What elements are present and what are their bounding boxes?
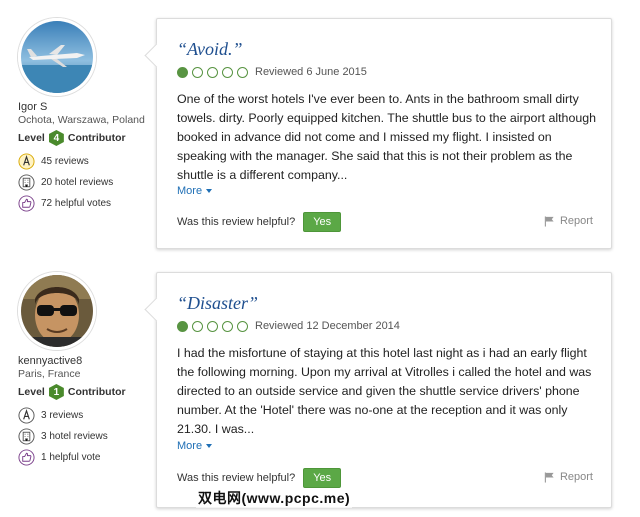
rating-bubble-empty [207, 66, 218, 78]
more-link[interactable]: More [177, 185, 213, 197]
rating-bubble-filled [177, 320, 188, 332]
caret-down-icon [206, 189, 213, 193]
rating-bubble-empty [207, 320, 218, 332]
avatar-image-person-sunglasses [21, 275, 93, 347]
hotel-icon [18, 428, 35, 445]
stat-helpful-votes[interactable]: 72 helpful votes [18, 195, 158, 212]
rating-bubble-empty [222, 320, 233, 332]
review-title[interactable]: “Disaster” [177, 293, 258, 314]
review-card: “Disaster” Reviewed 12 December 2014 I h… [156, 272, 612, 508]
contributor-level: Level 4 Contributor [18, 130, 158, 146]
stat-hotel-reviews[interactable]: 20 hotel reviews [18, 174, 158, 191]
stat-reviews-text: 3 reviews [41, 410, 84, 421]
review-date: Reviewed 6 June 2015 [255, 66, 367, 78]
helpful-question: Was this review helpful? [177, 472, 296, 484]
stat-hotel-reviews-text: 3 hotel reviews [41, 431, 108, 442]
stat-reviews[interactable]: 3 reviews [18, 407, 158, 424]
stat-hotel-reviews-text: 20 hotel reviews [41, 177, 114, 188]
rating-bubble-empty [237, 320, 248, 332]
level-label: Level [18, 132, 45, 144]
pen-badge-icon [18, 407, 35, 424]
review-card: “Avoid.” Reviewed 6 June 2015 One of the… [156, 18, 612, 249]
helpful-question: Was this review helpful? [177, 216, 296, 228]
report-label: Report [559, 471, 593, 483]
rating-bubble-empty [192, 320, 203, 332]
reviewer-location: Paris, France [18, 368, 81, 380]
caret-down-icon [206, 444, 213, 448]
contributor-level: Level 1 Contributor [18, 384, 158, 400]
helpful-row: Was this review helpful? Yes [177, 212, 342, 232]
stat-helpful-votes-text: 72 helpful votes [41, 198, 112, 209]
stat-reviews[interactable]: 45 reviews [18, 153, 158, 170]
more-label: More [177, 440, 203, 452]
yes-button[interactable]: Yes [303, 468, 342, 488]
reviewer-location: Ochota, Warszawa, Poland [18, 114, 145, 126]
pen-badge-icon [18, 153, 35, 170]
more-link[interactable]: More [177, 440, 213, 452]
yes-button[interactable]: Yes [303, 212, 342, 232]
level-label: Level [18, 386, 45, 398]
avatar-image-airplane [21, 21, 93, 93]
thumbs-up-icon [18, 449, 35, 466]
flag-icon [544, 215, 554, 227]
avatar[interactable] [18, 272, 96, 350]
stat-helpful-votes-text: 1 helpful vote [41, 452, 101, 463]
review-date: Reviewed 12 December 2014 [255, 320, 400, 332]
avatar[interactable] [18, 18, 96, 96]
report-label: Report [559, 215, 593, 227]
hotel-icon [18, 174, 35, 191]
review-body: One of the worst hotels I've ever been t… [177, 92, 597, 182]
level-badge: 1 [48, 384, 64, 400]
rating-bubble-empty [222, 66, 233, 78]
more-label: More [177, 185, 203, 197]
rating-bubble-empty [192, 66, 203, 78]
stat-helpful-votes[interactable]: 1 helpful vote [18, 449, 158, 466]
reviewer-info: kennyactive8 Paris, France Level 1 Contr… [18, 272, 158, 466]
stat-reviews-text: 45 reviews [41, 156, 89, 167]
rating-row: Reviewed 6 June 2015 [177, 66, 367, 78]
rating-bubble-filled [177, 66, 188, 78]
rating-bubble-empty [237, 66, 248, 78]
reviewer-name[interactable]: Igor S [18, 101, 158, 113]
stat-hotel-reviews[interactable]: 3 hotel reviews [18, 428, 158, 445]
report-link[interactable]: Report [544, 215, 593, 227]
flag-icon [544, 471, 554, 483]
level-title: Contributor [67, 132, 126, 144]
helpful-row: Was this review helpful? Yes [177, 468, 342, 488]
watermark-text: 双电网(www.pcpc.me) [196, 488, 353, 508]
reviewer-name[interactable]: kennyactive8 [18, 355, 158, 367]
level-title: Contributor [67, 386, 126, 398]
review-title[interactable]: “Avoid.” [177, 39, 243, 60]
thumbs-up-icon [18, 195, 35, 212]
reviewer-info: Igor S Ochota, Warszawa, Poland Level 4 … [18, 18, 158, 212]
rating-row: Reviewed 12 December 2014 [177, 320, 400, 332]
level-badge: 4 [48, 130, 64, 146]
review-body: I had the misfortune of staying at this … [177, 346, 592, 436]
report-link[interactable]: Report [544, 471, 593, 483]
